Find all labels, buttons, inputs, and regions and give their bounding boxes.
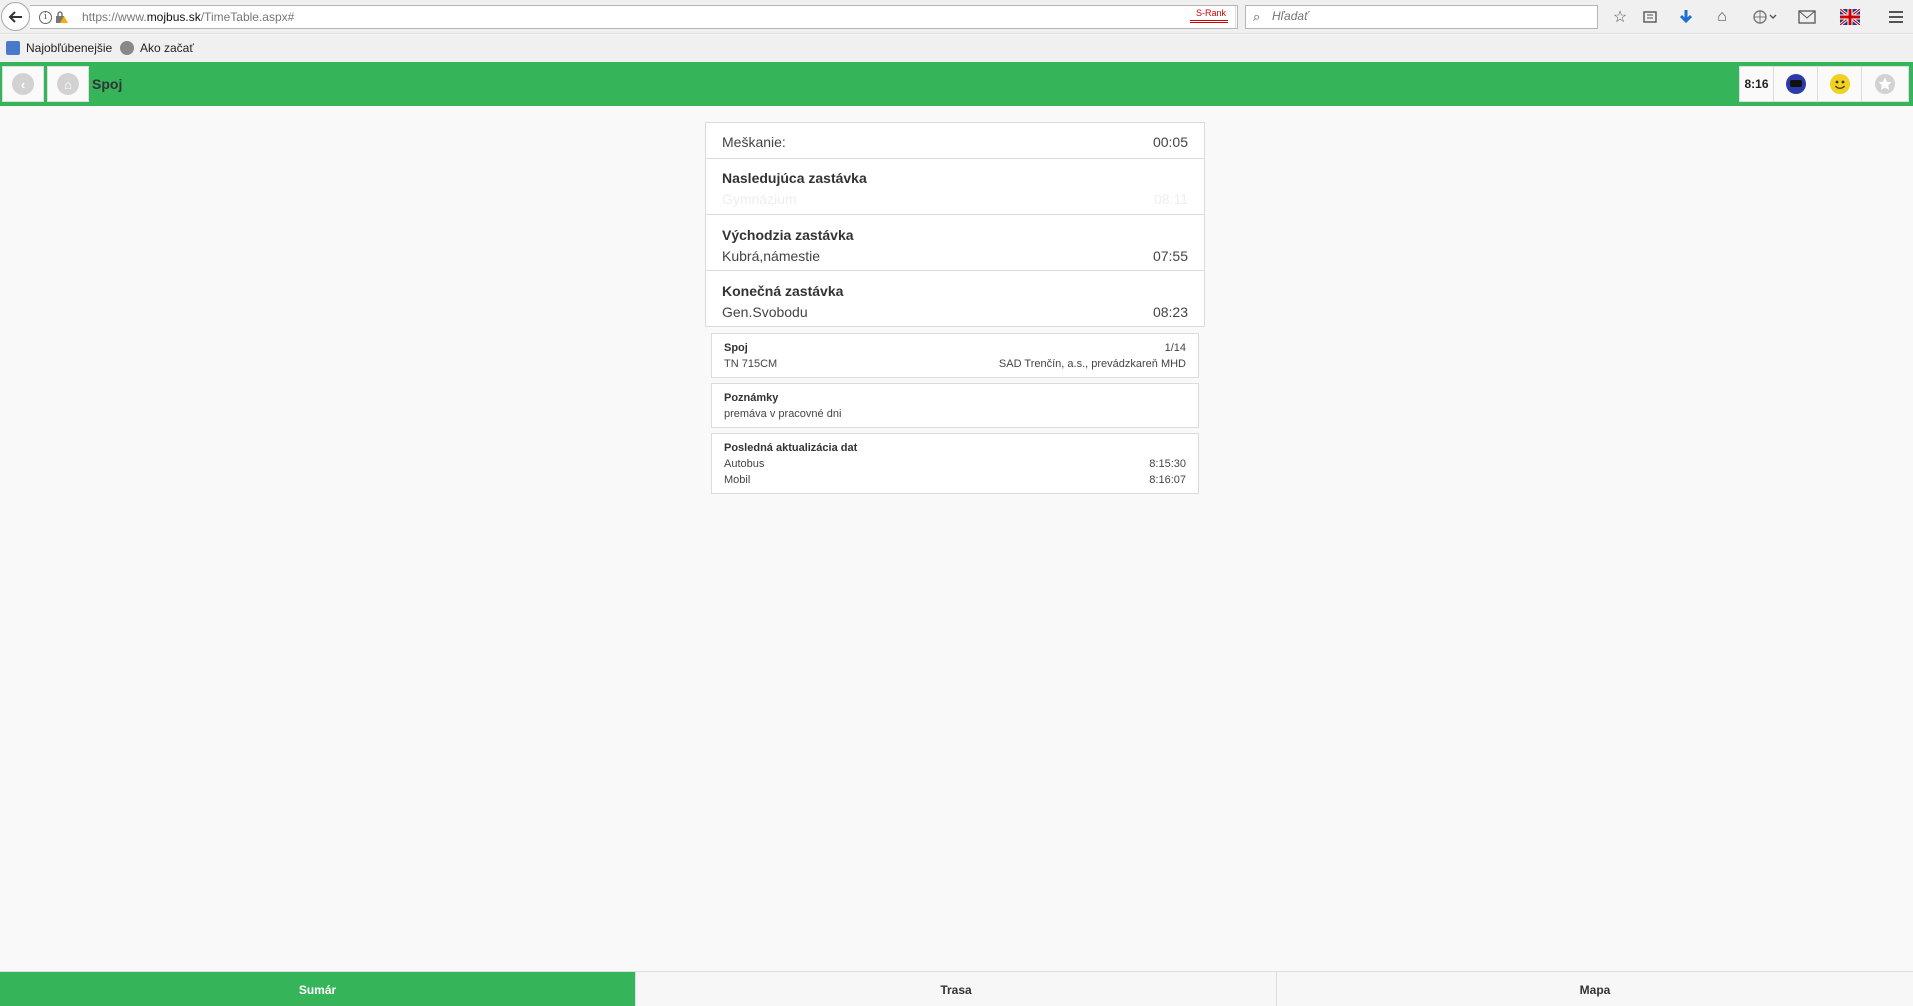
tab-label: Sumár [298, 982, 337, 997]
end-stop-time: 08:23 [1152, 304, 1188, 320]
mail-icon[interactable] [1797, 7, 1817, 27]
start-stop-time: 07:55 [1152, 248, 1188, 264]
tab-label: Mapa [1579, 982, 1611, 997]
bookmark-icon [6, 41, 20, 55]
notes-text: premáva v pracovné dni [724, 408, 842, 420]
lock-warning-icon[interactable] [55, 10, 69, 24]
notes-card: Poznámky premáva v pracovné dni [711, 383, 1199, 428]
start-stop-label: Východzia zastávka [722, 227, 854, 243]
uk-flag-icon[interactable] [1840, 7, 1860, 27]
address-bar[interactable]: i https://www.mojbus.sk/TimeTable.aspx# … [30, 5, 1258, 29]
connection-code: TN 715CM [724, 358, 778, 370]
home-icon[interactable]: ⌂ [1712, 7, 1732, 27]
bookmark-label: Najobľúbenejšie [26, 41, 113, 55]
connection-card: Spoj 1/14 TN 715CM SAD Trenčín, a.s., pr… [711, 333, 1199, 378]
url-text: https://www.mojbus.sk/TimeTable.aspx# [82, 10, 295, 24]
info-icon[interactable]: i [39, 11, 52, 24]
next-stop-time: 08:11 [1154, 191, 1188, 207]
search-icon: ⌕ [1253, 9, 1261, 24]
update-mobile-time: 8:16:07 [1149, 474, 1186, 486]
delay-value: 00:05 [1152, 134, 1188, 150]
update-bus-label: Autobus [724, 458, 765, 470]
app-header: ‹ ⌂ Spoj 8:16 [0, 62, 1913, 106]
globe-icon [120, 41, 134, 55]
start-stop-panel: Východzia zastávka Kubrá,námestie 07:55 [705, 214, 1205, 271]
delay-label: Meškanie: [722, 134, 786, 150]
back-button[interactable]: ‹ [2, 66, 44, 102]
chat-icon [1785, 74, 1806, 94]
bottom-tabs: Sumár Trasa Mapa [0, 971, 1913, 1006]
home-icon: ⌂ [57, 73, 79, 95]
browser-toolbar: i https://www.mojbus.sk/TimeTable.aspx# … [0, 0, 1913, 34]
smiley-icon [1829, 74, 1850, 94]
bookmark-najoblubenejsie[interactable]: Najobľúbenejšie [6, 41, 112, 55]
tab-label: Trasa [940, 982, 972, 997]
star-icon [1875, 74, 1895, 94]
connection-index: 1/14 [1164, 342, 1186, 354]
tab-mapa[interactable]: Mapa [1277, 972, 1913, 1006]
next-stop-label: Nasledujúca zastávka [722, 170, 867, 186]
reading-list-icon[interactable] [1640, 7, 1660, 27]
page-title: Spoj [92, 76, 123, 92]
connection-operator: SAD Trenčín, a.s., prevádzkareň MHD [998, 358, 1186, 370]
bookmarks-bar: Najobľúbenejšie Ako začať [0, 35, 1913, 62]
update-mobile-label: Mobil [724, 474, 751, 486]
search-bar[interactable]: ⌕ [1245, 5, 1598, 29]
clock-time: 8:16 [1744, 77, 1769, 91]
connection-title: Spoj [724, 342, 748, 354]
start-stop-name: Kubrá,námestie [722, 248, 821, 264]
update-bus-time: 8:15:30 [1149, 458, 1186, 470]
delay-panel: Meškanie: 00:05 [705, 122, 1205, 159]
feedback-button[interactable] [1818, 67, 1862, 101]
srank-badge[interactable]: S-Rank [1190, 8, 1230, 26]
chat-button[interactable] [1774, 67, 1818, 101]
tab-sumar[interactable]: Sumár [0, 972, 636, 1006]
bookmark-ako-zacat[interactable]: Ako začať [120, 41, 194, 55]
header-actions: 8:16 [1739, 66, 1909, 102]
notes-title: Poznámky [724, 392, 779, 404]
update-card: Posledná aktualizácia dat Autobus 8:15:3… [711, 433, 1199, 494]
globe-icon[interactable] [1752, 7, 1778, 27]
clock: 8:16 [1740, 67, 1774, 101]
home-button[interactable]: ⌂ [47, 66, 89, 102]
search-input[interactable] [1272, 9, 1572, 23]
download-icon[interactable] [1676, 7, 1696, 27]
menu-icon[interactable] [1886, 7, 1906, 27]
end-stop-name: Gen.Svobodu [722, 304, 808, 320]
update-title: Posledná aktualizácia dat [724, 442, 858, 454]
back-arrow-icon: ‹ [12, 73, 34, 95]
end-stop-panel: Konečná zastávka Gen.Svobodu 08:23 [705, 270, 1205, 327]
next-stop-panel: Nasledujúca zastávka Gymnázium 08:11 [705, 158, 1205, 215]
back-icon [8, 10, 22, 23]
end-stop-label: Konečná zastávka [722, 283, 844, 299]
star-icon[interactable]: ☆ [1610, 7, 1630, 27]
favorite-button[interactable] [1862, 67, 1908, 101]
next-stop-name: Gymnázium [722, 191, 797, 207]
bookmark-label: Ako začať [140, 41, 194, 55]
browser-back-button[interactable] [1, 2, 30, 31]
tab-trasa[interactable]: Trasa [636, 972, 1277, 1006]
